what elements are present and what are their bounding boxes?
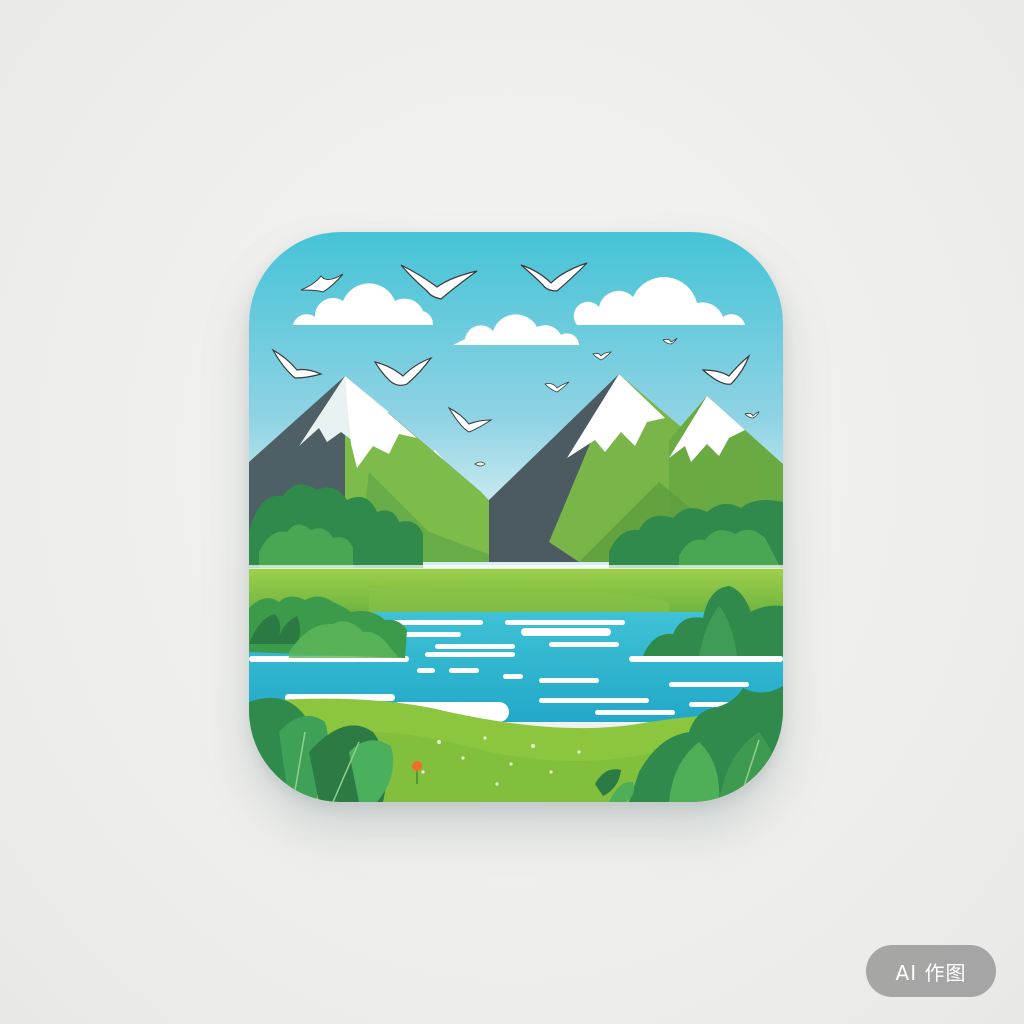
landscape-app-icon[interactable]: [249, 232, 783, 802]
ai-badge-label: AI 作图: [895, 960, 967, 985]
ai-generated-badge: AI 作图: [866, 945, 996, 997]
landscape-illustration: [249, 232, 783, 802]
